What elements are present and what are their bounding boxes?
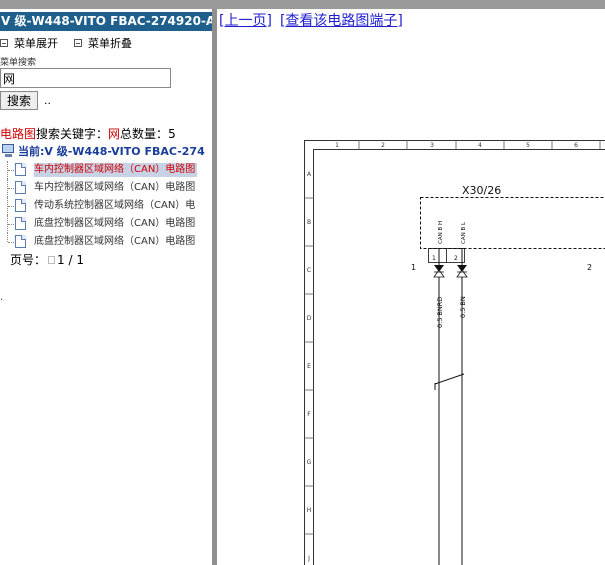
menu-pane: V 级-W448-VITO FBAC-274920-AG 7 菜单展开 菜单折叠…	[0, 9, 212, 565]
pager-value: 1 / 1	[57, 252, 84, 267]
search-label: 菜单搜索	[0, 58, 37, 68]
top-strip	[0, 0, 605, 9]
pager: 页号： 1 / 1	[10, 251, 84, 268]
tree-root[interactable]: 当前:V 级-W448-VITO FBAC-274	[2, 143, 205, 159]
count-value: 5	[168, 127, 176, 141]
menu-collapse-label: 菜单折叠	[88, 37, 132, 50]
pin-arrow	[433, 269, 445, 278]
nav-links: [上一页] [查看该电路图端子]	[219, 10, 403, 30]
grid-col-label: 3	[430, 142, 434, 149]
pin-left-label: 1	[411, 263, 416, 272]
grid-col-label: 1	[335, 142, 339, 149]
grid-col-label: 4	[478, 142, 482, 149]
grid-col-label: 2	[381, 142, 385, 149]
search-result-summary: 电路图搜索关键字：网总数量：5	[0, 125, 176, 142]
tree-item-label: 传动系统控制器区域网络（CAN）电	[34, 200, 196, 211]
wiring-diagram: 1 2 3 4 5 6 A B C D E F G H J X30/26 1 2…	[304, 140, 605, 565]
result-prefix: 电路图	[0, 127, 37, 141]
connector-label: X30/26	[462, 184, 501, 197]
window-title: V 级-W448-VITO FBAC-274920-AG 7	[0, 12, 212, 31]
result-tree: 车内控制器区域网络（CAN）电路图 车内控制器区域网络（CAN）电路图 传动系统…	[0, 161, 212, 251]
tree-item[interactable]: 车内控制器区域网络（CAN）电路图	[0, 179, 212, 197]
count-label: 总数量：	[120, 127, 169, 141]
keyword-label: 搜索关键字：	[36, 127, 109, 141]
collapse-icon	[74, 39, 82, 47]
prev-page-link[interactable]: [上一页]	[219, 13, 272, 29]
keyword-value: 网	[108, 127, 121, 141]
search-button[interactable]: 搜索	[0, 91, 38, 110]
document-icon	[15, 163, 26, 176]
tree-item-label: 车内控制器区域网络（CAN）电路图	[34, 182, 196, 193]
grid-row-label: G	[307, 459, 312, 466]
grid-col-label: 5	[526, 142, 530, 149]
page-box-icon	[48, 255, 56, 264]
connector-outline	[420, 197, 605, 249]
diagram-pane: [上一页] [查看该电路图端子] 1 2 3 4 5 6 A B C D E F…	[217, 9, 605, 565]
grid-row-label: J	[307, 555, 310, 562]
document-icon	[15, 235, 26, 248]
tree-item-label: 底盘控制器区域网络（CAN）电路图	[34, 236, 196, 247]
pin-right-label: 2	[587, 263, 592, 272]
tree-item[interactable]: 底盘控制器区域网络（CAN）电路图	[0, 215, 212, 233]
tree-item-label: 车内控制器区域网络（CAN）电路图	[34, 163, 198, 177]
pin-arrow	[456, 269, 468, 278]
grid-row-label: H	[307, 507, 312, 514]
pager-label: 页号：	[10, 253, 47, 267]
menu-expand-button[interactable]: 菜单展开	[0, 35, 58, 51]
wire-label: 0.5 BN	[459, 296, 467, 318]
document-icon	[15, 199, 26, 212]
search-input[interactable]	[0, 68, 171, 88]
tree-item-label: 底盘控制器区域网络（CAN）电路图	[34, 218, 196, 229]
wire-label: 0.5 BNRD	[436, 297, 444, 328]
view-terminals-link[interactable]: [查看该电路图端子]	[280, 13, 403, 29]
document-icon	[15, 181, 26, 194]
grid-row-label: C	[307, 267, 311, 274]
expand-icon	[0, 39, 8, 47]
connector-pin-number: 1	[432, 255, 436, 262]
connector-pin-number: 2	[454, 255, 458, 262]
menu-collapse-button[interactable]: 菜单折叠	[74, 35, 132, 51]
tree-item[interactable]: 传动系统控制器区域网络（CAN）电	[0, 197, 212, 215]
grid-row-label: B	[307, 219, 311, 226]
grid-row-label: E	[307, 363, 311, 370]
side-marker: .	[0, 292, 4, 303]
menu-expand-label: 菜单展开	[14, 37, 58, 50]
tree-item[interactable]: 底盘控制器区域网络（CAN）电路图	[0, 233, 212, 251]
grid-row-label: A	[307, 171, 312, 178]
tree-item[interactable]: 车内控制器区域网络（CAN）电路图	[0, 161, 212, 179]
grid-row-label: D	[307, 315, 312, 322]
document-icon	[15, 217, 26, 230]
grid-col-label: 6	[574, 142, 578, 149]
search-extra: ..	[44, 94, 51, 107]
grid-row-label: F	[307, 411, 311, 418]
computer-icon	[2, 144, 15, 158]
tree-root-label: 当前:V 级-W448-VITO FBAC-274	[18, 145, 205, 158]
signal-label: CAN B H	[438, 221, 444, 244]
signal-label: CAN B L	[461, 221, 467, 244]
